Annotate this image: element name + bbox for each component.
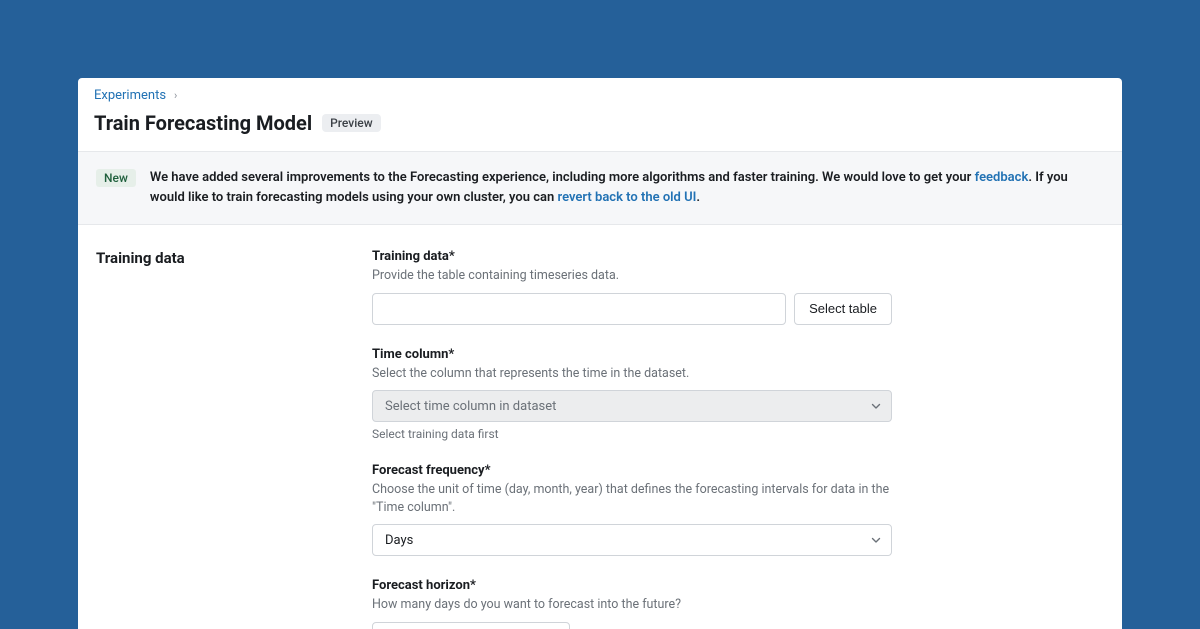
- content: Training data Training data* Provide the…: [78, 225, 1122, 629]
- training-data-description: Provide the table containing timeseries …: [372, 267, 892, 285]
- revert-ui-link[interactable]: revert back to the old UI: [558, 190, 697, 205]
- forecast-frequency-group: Forecast frequency* Choose the unit of t…: [372, 463, 892, 556]
- training-data-input[interactable]: [372, 293, 786, 325]
- forecast-horizon-input[interactable]: [372, 622, 570, 629]
- time-column-select[interactable]: Select time column in dataset: [372, 390, 892, 422]
- time-column-label: Time column*: [372, 347, 892, 362]
- time-column-helper: Select training data first: [372, 427, 892, 441]
- time-column-group: Time column* Select the column that repr…: [372, 347, 892, 442]
- training-data-label: Training data*: [372, 249, 892, 264]
- title-row: Train Forecasting Model Preview: [94, 111, 1106, 135]
- forecast-horizon-label: Forecast horizon*: [372, 578, 892, 593]
- forecast-frequency-description: Choose the unit of time (day, month, yea…: [372, 481, 892, 516]
- forecast-frequency-select-wrap: Days: [372, 524, 892, 556]
- new-badge: New: [96, 169, 136, 187]
- training-data-input-row: Select table: [372, 293, 892, 325]
- breadcrumb-root-link[interactable]: Experiments: [94, 88, 166, 103]
- forecast-horizon-group: Forecast horizon* How many days do you w…: [372, 578, 892, 629]
- time-column-placeholder: Select time column in dataset: [385, 399, 556, 414]
- section-label: Training data: [96, 249, 372, 267]
- breadcrumb: Experiments ›: [94, 88, 1106, 103]
- banner-text-suffix: .: [696, 190, 700, 205]
- forecast-horizon-description: How many days do you want to forecast in…: [372, 596, 892, 614]
- forecast-frequency-value: Days: [385, 533, 413, 548]
- forecast-frequency-select[interactable]: Days: [372, 524, 892, 556]
- page-title: Train Forecasting Model: [94, 111, 312, 135]
- forecast-frequency-label: Forecast frequency*: [372, 463, 892, 478]
- training-data-group: Training data* Provide the table contain…: [372, 249, 892, 325]
- page-container: Experiments › Train Forecasting Model Pr…: [78, 78, 1122, 629]
- banner-text: We have added several improvements to th…: [150, 168, 1104, 208]
- chevron-right-icon: ›: [174, 89, 177, 102]
- feedback-link[interactable]: feedback: [975, 170, 1029, 185]
- select-table-button[interactable]: Select table: [794, 293, 892, 325]
- preview-badge: Preview: [322, 114, 381, 132]
- time-column-description: Select the column that represents the ti…: [372, 365, 892, 383]
- banner-text-prefix: We have added several improvements to th…: [150, 170, 975, 185]
- info-banner: New We have added several improvements t…: [78, 152, 1122, 225]
- page-header: Experiments › Train Forecasting Model Pr…: [78, 78, 1122, 152]
- section-label-column: Training data: [96, 249, 372, 629]
- time-column-select-wrap: Select time column in dataset: [372, 390, 892, 422]
- form-column: Training data* Provide the table contain…: [372, 249, 892, 629]
